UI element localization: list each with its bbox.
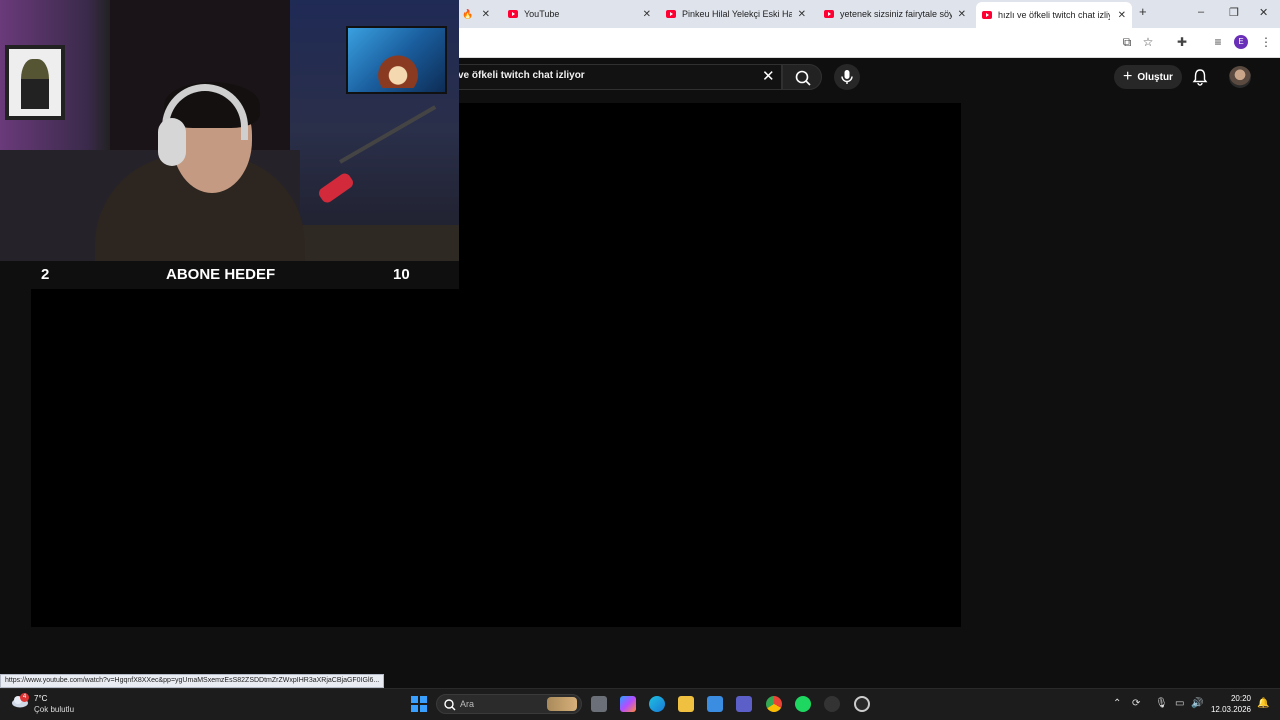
install-app-icon[interactable]: ⧉ — [1120, 35, 1134, 49]
plus-icon: + — [1123, 68, 1133, 85]
taskbar-search-placeholder: Ara — [460, 699, 475, 709]
temperature[interactable]: 7°C — [34, 694, 47, 703]
new-tab-button[interactable]: + — [1139, 4, 1147, 19]
tab-close-icon[interactable]: ✕ — [643, 9, 651, 20]
menu-kebab-icon[interactable]: ⋮ — [1259, 35, 1273, 49]
tab-partial[interactable]: 🔥 ✕ — [462, 4, 496, 24]
desk — [300, 225, 459, 261]
extensions-icon[interactable]: ✚ — [1175, 35, 1189, 49]
reading-list-icon[interactable]: ≡ — [1211, 35, 1225, 49]
clock-time[interactable]: 20:20 — [1213, 694, 1251, 703]
tab-close-icon[interactable]: ✕ — [1118, 10, 1126, 21]
search-query-text[interactable]: ve öfkeli twitch chat izliyor — [458, 70, 585, 81]
tab-title: Pinkeu Hilal Yelekçi Eski Hali - Y — [682, 9, 792, 19]
voice-search-button[interactable] — [834, 64, 860, 90]
youtube-icon — [508, 10, 518, 18]
search-icon — [444, 699, 456, 711]
goal-target: 10 — [393, 266, 410, 283]
copilot-icon[interactable] — [620, 696, 636, 712]
goal-current: 2 — [41, 266, 50, 283]
profile-avatar[interactable]: E — [1234, 35, 1248, 49]
taskbar-search-input[interactable] — [436, 694, 582, 714]
status-url-bubble: https://www.youtube.com/watch?v=HgqnfX8X… — [0, 674, 385, 688]
tab-close-icon[interactable]: ✕ — [482, 9, 490, 20]
search-highlight-image — [547, 697, 577, 711]
windows-taskbar — [0, 688, 1280, 720]
tray-chevron-icon[interactable]: ⌃ — [1113, 698, 1121, 709]
spotify-icon[interactable] — [795, 696, 811, 712]
tab-title: hızlı ve öfkeli twitch chat izliyo — [998, 10, 1110, 20]
settings-app-icon[interactable] — [854, 696, 870, 712]
tab-close-icon[interactable]: ✕ — [958, 9, 966, 20]
create-label: Oluştur — [1137, 71, 1173, 83]
tab-title: YouTube — [524, 9, 560, 19]
clear-search-icon[interactable]: ✕ — [762, 67, 775, 85]
goal-label: ABONE HEDEF — [166, 266, 276, 283]
search-button[interactable] — [782, 64, 822, 90]
microphone-icon — [841, 70, 853, 84]
webcam-overlay — [0, 0, 459, 261]
file-explorer-icon[interactable] — [678, 696, 694, 712]
youtube-icon — [824, 10, 834, 18]
weather-condition[interactable]: Çok bulutlu — [34, 705, 74, 714]
bookmark-star-icon[interactable]: ☆ — [1141, 35, 1155, 49]
flame-icon: 🔥 — [462, 8, 474, 19]
weather-badge: 4 — [20, 693, 29, 702]
logitech-icon[interactable] — [824, 696, 840, 712]
tray-sync-icon[interactable]: ⟳ — [1132, 698, 1140, 709]
notifications-bell-icon[interactable] — [1192, 68, 1208, 86]
clock-date[interactable]: 12.03.2026 — [1205, 705, 1251, 714]
account-avatar[interactable] — [1229, 66, 1251, 88]
headphone-cup — [158, 118, 186, 166]
minimize-button[interactable]: – — [1198, 6, 1204, 18]
tab-pinkeu[interactable]: Pinkeu Hilal Yelekçi Eski Hali - Y ✕ — [660, 4, 812, 24]
store-icon[interactable] — [707, 696, 723, 712]
tray-network-icon[interactable]: ▭ — [1175, 698, 1184, 709]
tab-youtube[interactable]: YouTube ✕ — [502, 4, 657, 24]
notification-center-icon[interactable]: 🔔 — [1257, 698, 1269, 709]
wall-tv-screen — [346, 26, 447, 94]
tab-title: yetenek sizsiniz fairytale söyley — [840, 9, 952, 19]
close-window-button[interactable]: ✕ — [1259, 6, 1268, 19]
search-icon — [795, 70, 811, 86]
wall-portrait-frame — [5, 45, 65, 120]
task-view-icon[interactable] — [591, 696, 607, 712]
tray-volume-icon[interactable]: 🔊 — [1191, 698, 1203, 709]
windows-start-icon[interactable] — [411, 696, 427, 712]
youtube-icon — [666, 10, 676, 18]
tray-mic-icon[interactable]: 🎙 — [1155, 698, 1168, 709]
tab-yetenek[interactable]: yetenek sizsiniz fairytale söyley ✕ — [818, 4, 972, 24]
youtube-icon — [982, 11, 992, 19]
chrome-icon[interactable] — [766, 696, 782, 712]
teams-icon[interactable] — [736, 696, 752, 712]
edge-icon[interactable] — [649, 696, 665, 712]
create-button[interactable]: + Oluştur — [1114, 65, 1182, 89]
tab-close-icon[interactable]: ✕ — [798, 9, 806, 20]
tab-active[interactable]: hızlı ve öfkeli twitch chat izliyo ✕ — [976, 2, 1132, 28]
restore-button[interactable]: ❐ — [1229, 6, 1239, 19]
